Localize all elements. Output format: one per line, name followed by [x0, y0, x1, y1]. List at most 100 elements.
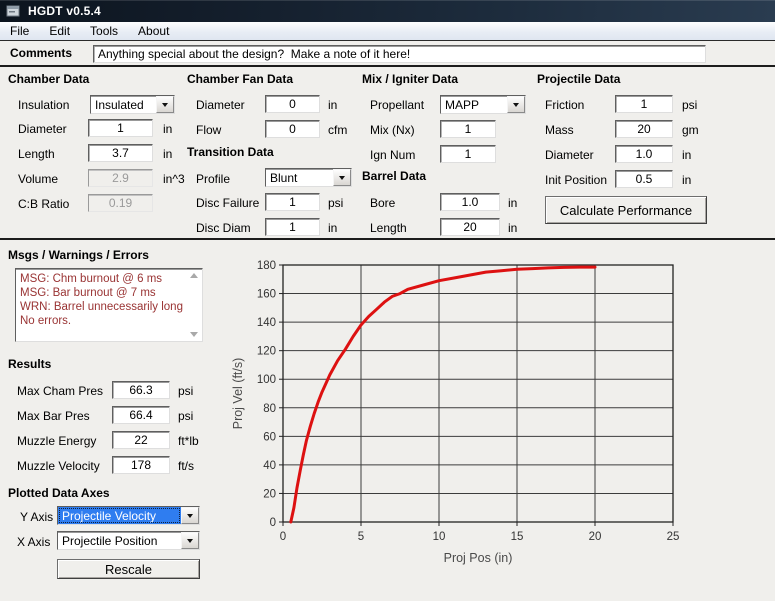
profile-select[interactable]: Blunt — [265, 168, 352, 187]
message-line: No errors. — [20, 314, 186, 328]
max-bar-pres-label: Max Bar Pres — [17, 409, 90, 423]
message-line: WRN: Barrel unnecessarily long — [20, 300, 186, 314]
app-window: HGDT v0.5.4 File Edit Tools About Commen… — [0, 0, 775, 601]
barrel-length-label: Length — [370, 221, 407, 235]
chamber-data-heading: Chamber Data — [8, 72, 89, 86]
bore-input[interactable] — [440, 193, 500, 211]
propellant-value: MAPP — [441, 96, 507, 113]
results-heading: Results — [8, 357, 51, 371]
chevron-down-icon[interactable] — [333, 169, 351, 186]
menu-file[interactable]: File — [0, 23, 39, 40]
mix-nx-input[interactable] — [440, 120, 496, 138]
init-position-unit: in — [682, 173, 691, 187]
disc-failure-label: Disc Failure — [196, 196, 259, 210]
app-icon — [6, 4, 20, 18]
x-tick-label: 10 — [433, 531, 446, 543]
calculate-performance-button[interactable]: Calculate Performance — [545, 196, 707, 224]
y-tick-label: 0 — [270, 517, 276, 529]
insulation-label: Insulation — [18, 98, 69, 112]
muzzle-energy-output — [112, 431, 170, 449]
barrel-length-unit: in — [508, 221, 517, 235]
mass-unit: gm — [682, 123, 699, 137]
chevron-down-icon[interactable] — [181, 507, 199, 524]
chevron-down-icon[interactable] — [156, 96, 174, 113]
window-title: HGDT v0.5.4 — [28, 4, 101, 18]
ign-num-input[interactable] — [440, 145, 496, 163]
chamber-volume-output — [88, 169, 153, 187]
init-position-label: Init Position — [545, 173, 607, 187]
cb-ratio-label: C:B Ratio — [18, 197, 69, 211]
chevron-down-icon[interactable] — [507, 96, 525, 113]
chamber-length-input[interactable] — [88, 144, 153, 162]
menu-tools[interactable]: Tools — [80, 23, 128, 40]
chamber-length-unit: in — [163, 147, 172, 161]
messages-heading: Msgs / Warnings / Errors — [8, 248, 149, 262]
y-tick-label: 100 — [257, 374, 276, 386]
muzzle-velocity-label: Muzzle Velocity — [17, 459, 100, 473]
init-position-input[interactable] — [615, 170, 673, 188]
divider — [0, 65, 775, 67]
x-axis-select[interactable]: Projectile Position — [57, 531, 200, 550]
ign-num-label: Ign Num — [370, 148, 415, 162]
max-cham-pres-output — [112, 381, 170, 399]
x-tick-label: 5 — [358, 531, 364, 543]
rescale-button[interactable]: Rescale — [57, 559, 200, 579]
y-tick-label: 40 — [263, 460, 276, 472]
comments-input[interactable] — [93, 45, 706, 63]
chamber-fan-heading: Chamber Fan Data — [187, 72, 293, 86]
y-axis-label: Y Axis — [20, 510, 53, 524]
mass-input[interactable] — [615, 120, 673, 138]
propellant-label: Propellant — [370, 98, 424, 112]
muzzle-velocity-unit: ft/s — [178, 459, 194, 473]
disc-diam-unit: in — [328, 221, 337, 235]
barrel-length-input[interactable] — [440, 218, 500, 236]
profile-value: Blunt — [266, 169, 333, 186]
titlebar[interactable]: HGDT v0.5.4 — [0, 0, 775, 22]
bore-label: Bore — [370, 196, 395, 210]
fan-flow-input[interactable] — [265, 120, 320, 138]
muzzle-velocity-output — [112, 456, 170, 474]
scroll-down-icon[interactable] — [190, 332, 198, 337]
fan-flow-label: Flow — [196, 123, 221, 137]
propellant-select[interactable]: MAPP — [440, 95, 526, 114]
friction-input[interactable] — [615, 95, 673, 113]
message-line: MSG: Chm burnout @ 6 ms — [20, 272, 186, 286]
fan-diameter-unit: in — [328, 98, 337, 112]
max-bar-pres-output — [112, 406, 170, 424]
x-tick-label: 20 — [589, 531, 602, 543]
max-cham-pres-unit: psi — [178, 384, 193, 398]
fan-diameter-input[interactable] — [265, 95, 320, 113]
message-line: MSG: Bar burnout @ 7 ms — [20, 286, 186, 300]
muzzle-energy-label: Muzzle Energy — [17, 434, 96, 448]
bore-unit: in — [508, 196, 517, 210]
cb-ratio-output — [88, 194, 153, 212]
y-axis-value: Projectile Velocity — [58, 507, 181, 524]
disc-diam-input[interactable] — [265, 218, 320, 236]
y-axis-title: Proj Vel (ft/s) — [231, 358, 245, 430]
menu-edit[interactable]: Edit — [39, 23, 80, 40]
disc-failure-unit: psi — [328, 196, 343, 210]
disc-diam-label: Disc Diam — [196, 221, 251, 235]
mass-label: Mass — [545, 123, 574, 137]
x-tick-label: 0 — [280, 531, 286, 543]
mix-nx-label: Mix (Nx) — [370, 123, 415, 137]
y-tick-label: 60 — [263, 431, 276, 443]
chamber-diameter-input[interactable] — [88, 119, 153, 137]
y-axis-select[interactable]: Projectile Velocity — [57, 506, 200, 525]
transition-heading: Transition Data — [187, 145, 274, 159]
friction-label: Friction — [545, 98, 584, 112]
menu-about[interactable]: About — [128, 23, 179, 40]
fan-flow-unit: cfm — [328, 123, 347, 137]
proj-diameter-input[interactable] — [615, 145, 673, 163]
x-tick-label: 25 — [667, 531, 680, 543]
messages-box[interactable]: MSG: Chm burnout @ 6 ms MSG: Bar burnout… — [15, 268, 203, 342]
chamber-volume-unit: in^3 — [163, 172, 185, 186]
mix-igniter-heading: Mix / Igniter Data — [362, 72, 458, 86]
y-tick-label: 20 — [263, 488, 276, 500]
chamber-diameter-unit: in — [163, 122, 172, 136]
chevron-down-icon[interactable] — [181, 532, 199, 549]
scrollbar[interactable] — [187, 271, 200, 339]
insulation-select[interactable]: Insulated — [90, 95, 175, 114]
disc-failure-input[interactable] — [265, 193, 320, 211]
scroll-up-icon[interactable] — [190, 273, 198, 278]
